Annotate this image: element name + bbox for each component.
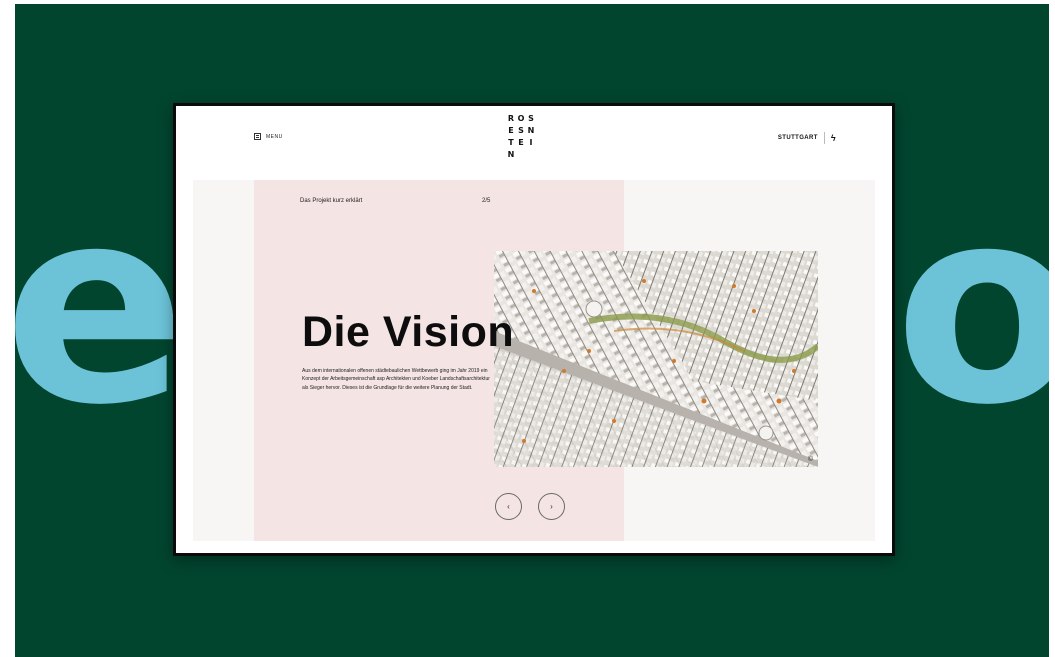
prev-slide-button[interactable]: ‹	[495, 493, 522, 520]
site-header: MENU R O S E S N T E I N STUTTGART ϟ	[176, 106, 892, 178]
slide-content: Das Projekt kurz erklärt 2/5 Die Vision …	[193, 180, 875, 541]
background-word-left: ie	[15, 149, 193, 464]
logo-letter: N	[507, 150, 515, 159]
logo-letter: I	[529, 138, 533, 147]
city-model-photo: ©	[494, 251, 818, 467]
logo-letter: O	[517, 114, 525, 123]
city-model-illustration	[494, 251, 818, 467]
stuttgart-link[interactable]: STUTTGART ϟ	[778, 132, 836, 144]
logo-letter: E	[508, 126, 514, 135]
menu-label: MENU	[266, 133, 283, 140]
rosenstein-logo[interactable]: R O S E S N T E I N	[506, 114, 536, 162]
slide-title: Die Vision	[302, 308, 515, 356]
slide-kicker: Das Projekt kurz erklärt	[300, 198, 363, 204]
menu-button[interactable]: MENU	[254, 133, 283, 140]
logo-letter: R	[507, 114, 515, 123]
arrow-left-icon: ‹	[507, 502, 510, 511]
stuttgart-emblem-icon: ϟ	[830, 133, 836, 143]
website-window: MENU R O S E S N T E I N STUTTGART ϟ Das…	[173, 103, 895, 556]
slide-description: Aus dem internationalen offenen städteba…	[302, 368, 490, 391]
background-stage: ie or MENU R O S E S N T E I N STUTTGART	[15, 4, 1049, 657]
copyright-icon: ©	[807, 456, 813, 463]
logo-letter: E	[518, 138, 524, 147]
logo-letter: T	[508, 138, 514, 147]
next-slide-button[interactable]: ›	[538, 493, 565, 520]
divider	[823, 132, 825, 144]
menu-icon	[254, 133, 261, 140]
background-word-right: or	[894, 149, 1049, 464]
arrow-right-icon: ›	[550, 502, 553, 511]
logo-letter: S	[518, 126, 524, 135]
logo-letter: N	[527, 126, 535, 135]
city-label: STUTTGART	[777, 135, 818, 141]
logo-letter: S	[528, 114, 534, 123]
slide-counter: 2/5	[482, 198, 491, 204]
